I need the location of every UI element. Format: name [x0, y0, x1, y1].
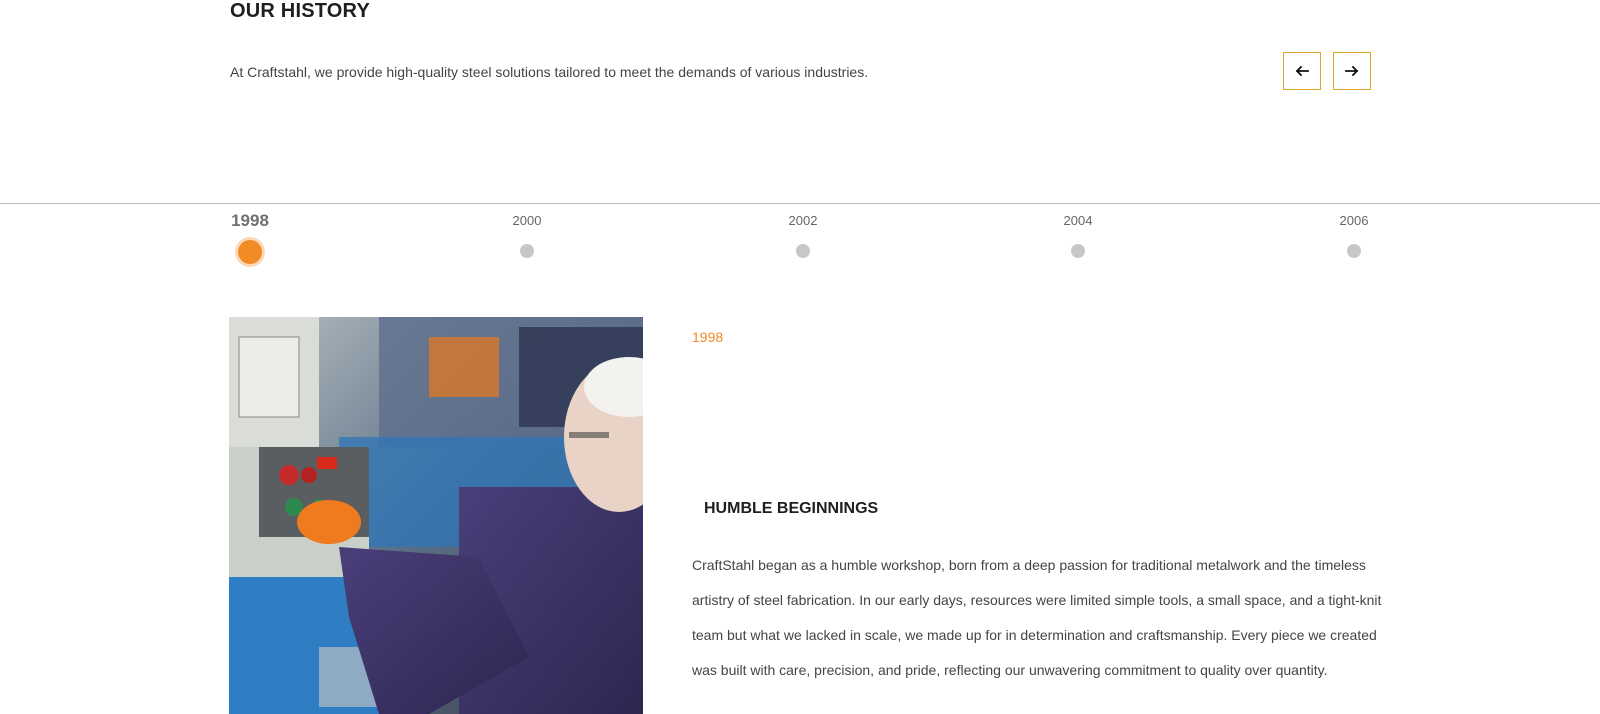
timeline-item-2006[interactable]: 2006: [1294, 210, 1414, 258]
timeline-item-2004[interactable]: 2004: [1018, 210, 1138, 258]
detail-body: CraftStahl began as a humble workshop, b…: [692, 557, 1382, 678]
detail-heading: HUMBLE BEGINNINGS: [704, 500, 879, 517]
timeline-year: 2002: [788, 213, 818, 228]
detail-year: 1998: [692, 329, 724, 345]
timeline-dot: [1071, 244, 1085, 258]
timeline-item-2002[interactable]: 2002: [743, 210, 863, 258]
timeline-item-2000[interactable]: 2000: [467, 210, 587, 258]
section-title: OUR HISTORY: [230, 0, 370, 22]
timeline-year: 2004: [1063, 213, 1093, 228]
next-button[interactable]: [1333, 52, 1371, 90]
timeline-dot: [796, 244, 810, 258]
arrow-right-icon: [1345, 65, 1359, 77]
timeline-dot: [1347, 244, 1361, 258]
history-photo: [229, 317, 643, 714]
previous-button[interactable]: [1283, 52, 1321, 90]
timeline-year: 2000: [512, 213, 542, 228]
timeline-year: 1998: [231, 211, 269, 230]
timeline-year: 2006: [1339, 213, 1369, 228]
timeline-line: [0, 203, 1600, 204]
arrow-left-icon: [1295, 65, 1309, 77]
timeline-dot: [520, 244, 534, 258]
timeline-item-1998[interactable]: 1998: [190, 210, 310, 264]
timeline-dot-active: [238, 240, 262, 264]
section-intro: At Craftstahl, we provide high-quality s…: [230, 64, 869, 80]
